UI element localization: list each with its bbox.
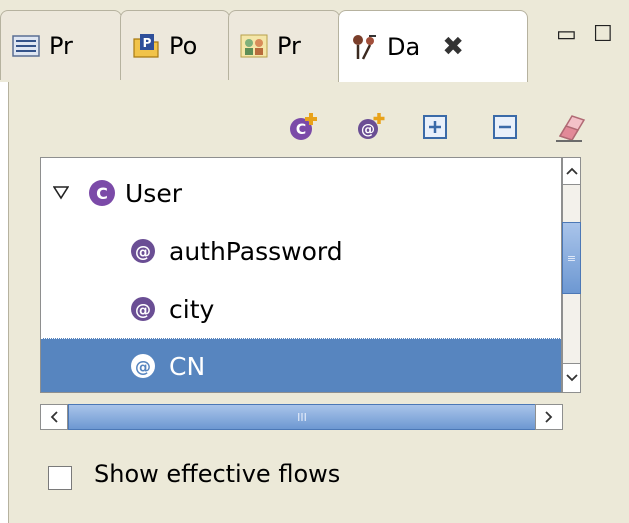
add-class-button[interactable]: C [286, 112, 320, 146]
add-attribute-button[interactable]: @ [354, 112, 388, 146]
tab-label: Pr [49, 31, 73, 60]
vertical-scroll-thumb[interactable]: ≡ [562, 222, 581, 294]
scroll-down-button[interactable] [562, 363, 581, 393]
scroll-left-button[interactable] [40, 404, 68, 430]
attribute-icon: @ [131, 239, 155, 263]
tree-node-label: city [169, 294, 215, 324]
scroll-up-button[interactable] [562, 157, 581, 185]
tree-node[interactable]: @ city [41, 282, 561, 336]
outline-list-icon [11, 31, 41, 61]
vertical-scrollbar[interactable]: ≡ [562, 157, 581, 393]
add-class-icon: C [287, 111, 319, 147]
clear-button[interactable] [554, 112, 588, 146]
collapse-all-icon [490, 112, 520, 146]
tree-node-label: User [125, 178, 182, 208]
show-effective-flows-label: Show effective flows [94, 460, 341, 488]
scroll-right-button[interactable] [535, 404, 563, 430]
tab-label: Po [169, 31, 198, 60]
tree-node-label: CN [169, 351, 206, 381]
tree-node-selected[interactable]: @ CN [41, 338, 561, 392]
collapse-all-button[interactable] [488, 112, 522, 146]
add-attribute-icon: @ [355, 111, 387, 147]
expand-toggle-icon[interactable] [53, 186, 73, 200]
close-tab-icon[interactable]: ✖ [442, 32, 464, 62]
eraser-icon [554, 110, 588, 148]
view-tab-bar: Pr P Po Pr Da ✖ ▭ ☐ [0, 0, 629, 82]
svg-text:C: C [296, 122, 306, 138]
tree-node[interactable]: @ authPassword [41, 224, 561, 278]
tab-data[interactable]: Da ✖ [338, 10, 528, 82]
data-tree: C User @ authPassword @ city @ CN [40, 157, 562, 393]
tree-node-label: authPassword [169, 236, 343, 266]
minimize-icon[interactable]: ▭ [556, 22, 577, 47]
attribute-icon: @ [131, 354, 155, 378]
tab-label: Da [387, 32, 421, 61]
tree-node-root[interactable]: C User [41, 166, 561, 220]
attribute-icon: @ [131, 297, 155, 321]
svg-text:P: P [143, 36, 152, 50]
tab-process[interactable]: Pr [228, 10, 340, 80]
process-people-icon [239, 31, 269, 61]
svg-text:@: @ [361, 122, 375, 138]
data-model-icon [349, 32, 379, 62]
expand-all-icon [420, 112, 450, 146]
class-icon: C [89, 180, 115, 206]
expand-all-button[interactable] [418, 112, 452, 146]
maximize-icon[interactable]: ☐ [593, 22, 613, 47]
policy-p-icon: P [131, 31, 161, 61]
show-effective-flows-checkbox[interactable] [48, 466, 72, 490]
horizontal-scroll-thumb[interactable]: III [68, 404, 536, 430]
tab-outline[interactable]: Pr [0, 10, 122, 80]
tab-label: Pr [277, 31, 301, 60]
horizontal-scrollbar[interactable]: III [40, 404, 563, 430]
tab-policy[interactable]: P Po [120, 10, 230, 80]
